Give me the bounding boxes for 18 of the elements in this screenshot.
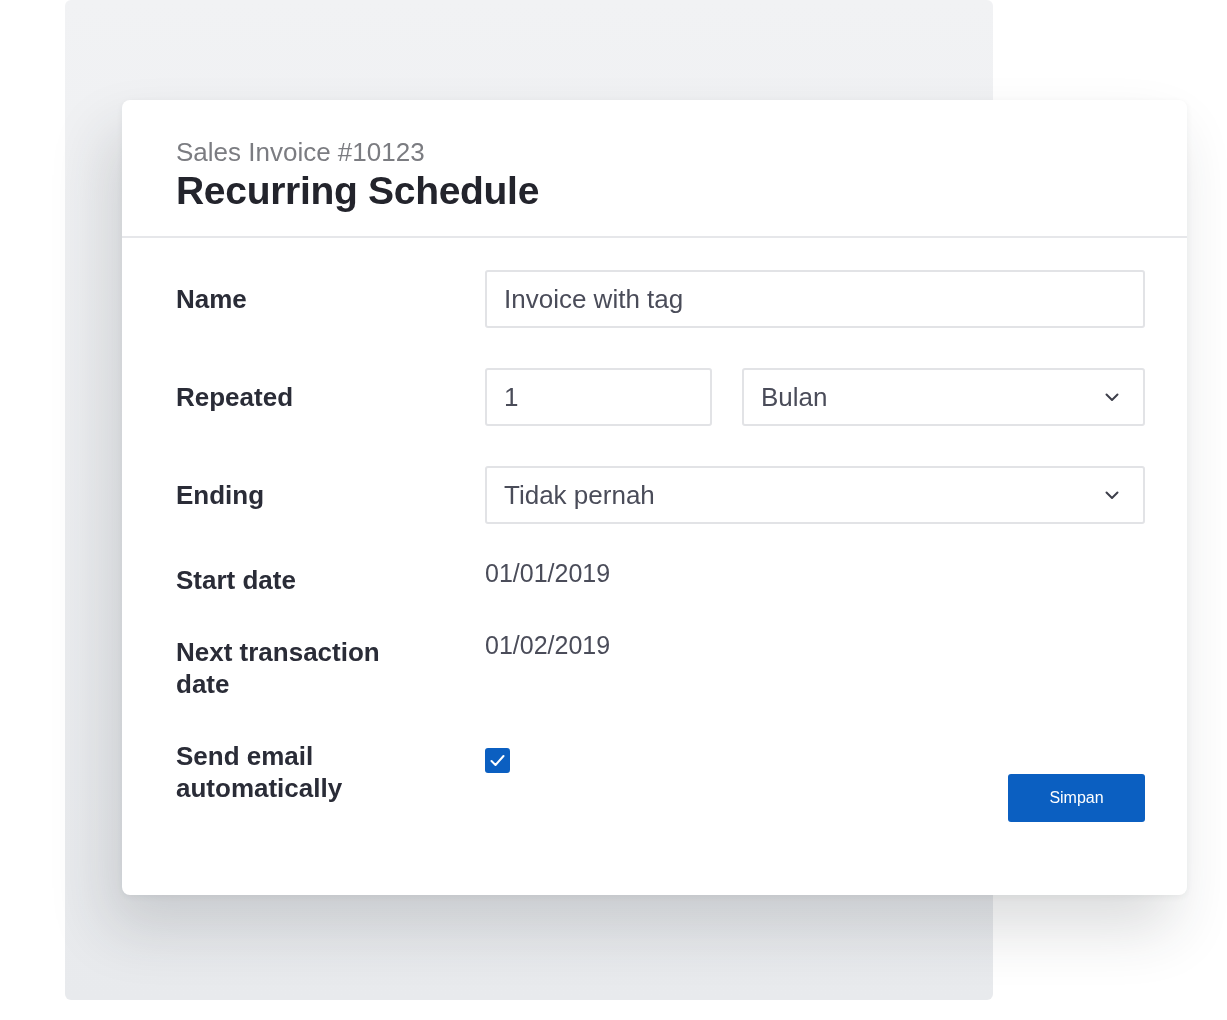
field-label: Repeated: [176, 381, 294, 413]
date-value: 01/01/2019: [485, 558, 611, 588]
field-label: Next transaction date: [176, 636, 381, 700]
chevron-down-icon: [1105, 490, 1119, 500]
date-value: 01/02/2019: [485, 630, 611, 660]
dropdown-field[interactable]: Bulan: [742, 368, 1145, 426]
dropdown-field[interactable]: Tidak pernah: [485, 466, 1145, 524]
field-label: Send email automatically: [176, 740, 344, 804]
field-label: Name: [176, 283, 247, 315]
field-label: Start date: [176, 564, 296, 596]
invoice-subtitle: Sales Invoice #10123: [176, 136, 425, 168]
field-label: Ending: [176, 479, 265, 511]
save-button[interactable]: Simpan: [1008, 774, 1145, 822]
text-input-field[interactable]: 1: [485, 368, 712, 426]
chevron-down-icon: [1105, 392, 1119, 402]
text-input-field[interactable]: Invoice with tag: [485, 270, 1145, 328]
checkbox[interactable]: [485, 748, 510, 773]
schedule-title: Recurring Schedule: [176, 168, 540, 214]
